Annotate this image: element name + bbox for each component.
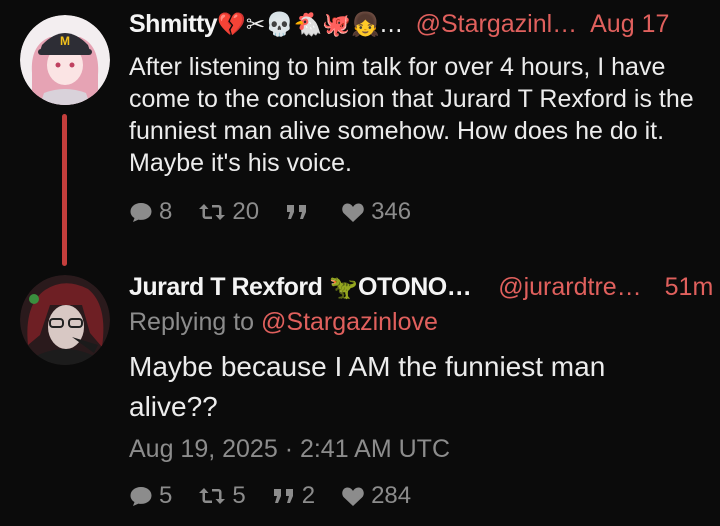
like-icon [342,487,364,506]
author-handle[interactable]: @Stargazinl… [416,10,578,38]
replying-mention-link[interactable]: @Stargazinlove [261,308,438,336]
like-button[interactable]: 346 [341,198,411,226]
post-time[interactable]: 51m [665,273,714,301]
like-button[interactable]: 284 [341,482,411,510]
reply-icon [130,487,152,506]
post-jurard[interactable]: Jurard T Rexford 🦖OTONO… @jurardtre… 51m… [0,268,720,526]
reply-icon [130,203,152,222]
repost-count: 5 [232,482,246,509]
post-header: Shmitty💔✂💀🐔🐙👧… @Stargazinl… Aug 17 [129,9,669,40]
reply-count: 8 [159,198,173,225]
avatar-jurard[interactable] [20,275,110,365]
like-icon [342,203,364,222]
replying-to: Replying to @Stargazinlove [129,306,699,338]
avatar-shmitty[interactable]: M [20,15,110,105]
action-bar: 8 20 346 [129,198,437,226]
replying-prefix: Replying to [129,308,255,336]
post-text: After listening to him talk for over 4 h… [129,53,694,177]
like-count: 346 [371,198,412,225]
dinosaur-icon: 🦖 [329,275,359,301]
post-text: Maybe because I AM the funniest man aliv… [129,351,606,422]
thread-line [62,114,67,266]
repost-count: 20 [232,198,260,225]
author-name[interactable]: Shmitty [129,10,218,38]
quote-icon [273,489,293,503]
author-emojis: 💔✂💀🐔🐙👧… [217,12,403,38]
author-handle[interactable]: @jurardtre… [498,273,641,301]
author-name[interactable]: Jurard T Rexford [129,273,323,301]
reply-button[interactable]: 8 [129,198,172,226]
repost-button[interactable]: 5 [198,482,246,510]
post-header: Jurard T Rexford 🦖OTONO… @jurardtre… 51m [129,272,713,303]
post-time[interactable]: Aug 17 [590,10,669,38]
quote-count: 2 [301,482,316,509]
quote-icon [287,205,307,219]
reply-count: 5 [159,482,173,509]
post-shmitty[interactable]: M Shmitty💔✂💀🐔🐙👧… @Stargazinl… Aug 17 Aft… [0,0,720,268]
svg-text:M: M [60,34,70,48]
repost-button[interactable]: 20 [198,198,259,226]
quote-button[interactable]: 2 [272,482,315,510]
reply-button[interactable]: 5 [129,482,172,510]
repost-icon [199,204,226,220]
like-count: 284 [371,482,412,509]
post-timestamp[interactable]: Aug 19, 2025 · 2:41 AM UTC [129,433,699,465]
quote-button[interactable] [285,203,315,221]
author-name-suffix[interactable]: OTONO… [358,273,472,301]
repost-icon [199,488,226,504]
action-bar: 5 5 2 284 [129,482,437,510]
